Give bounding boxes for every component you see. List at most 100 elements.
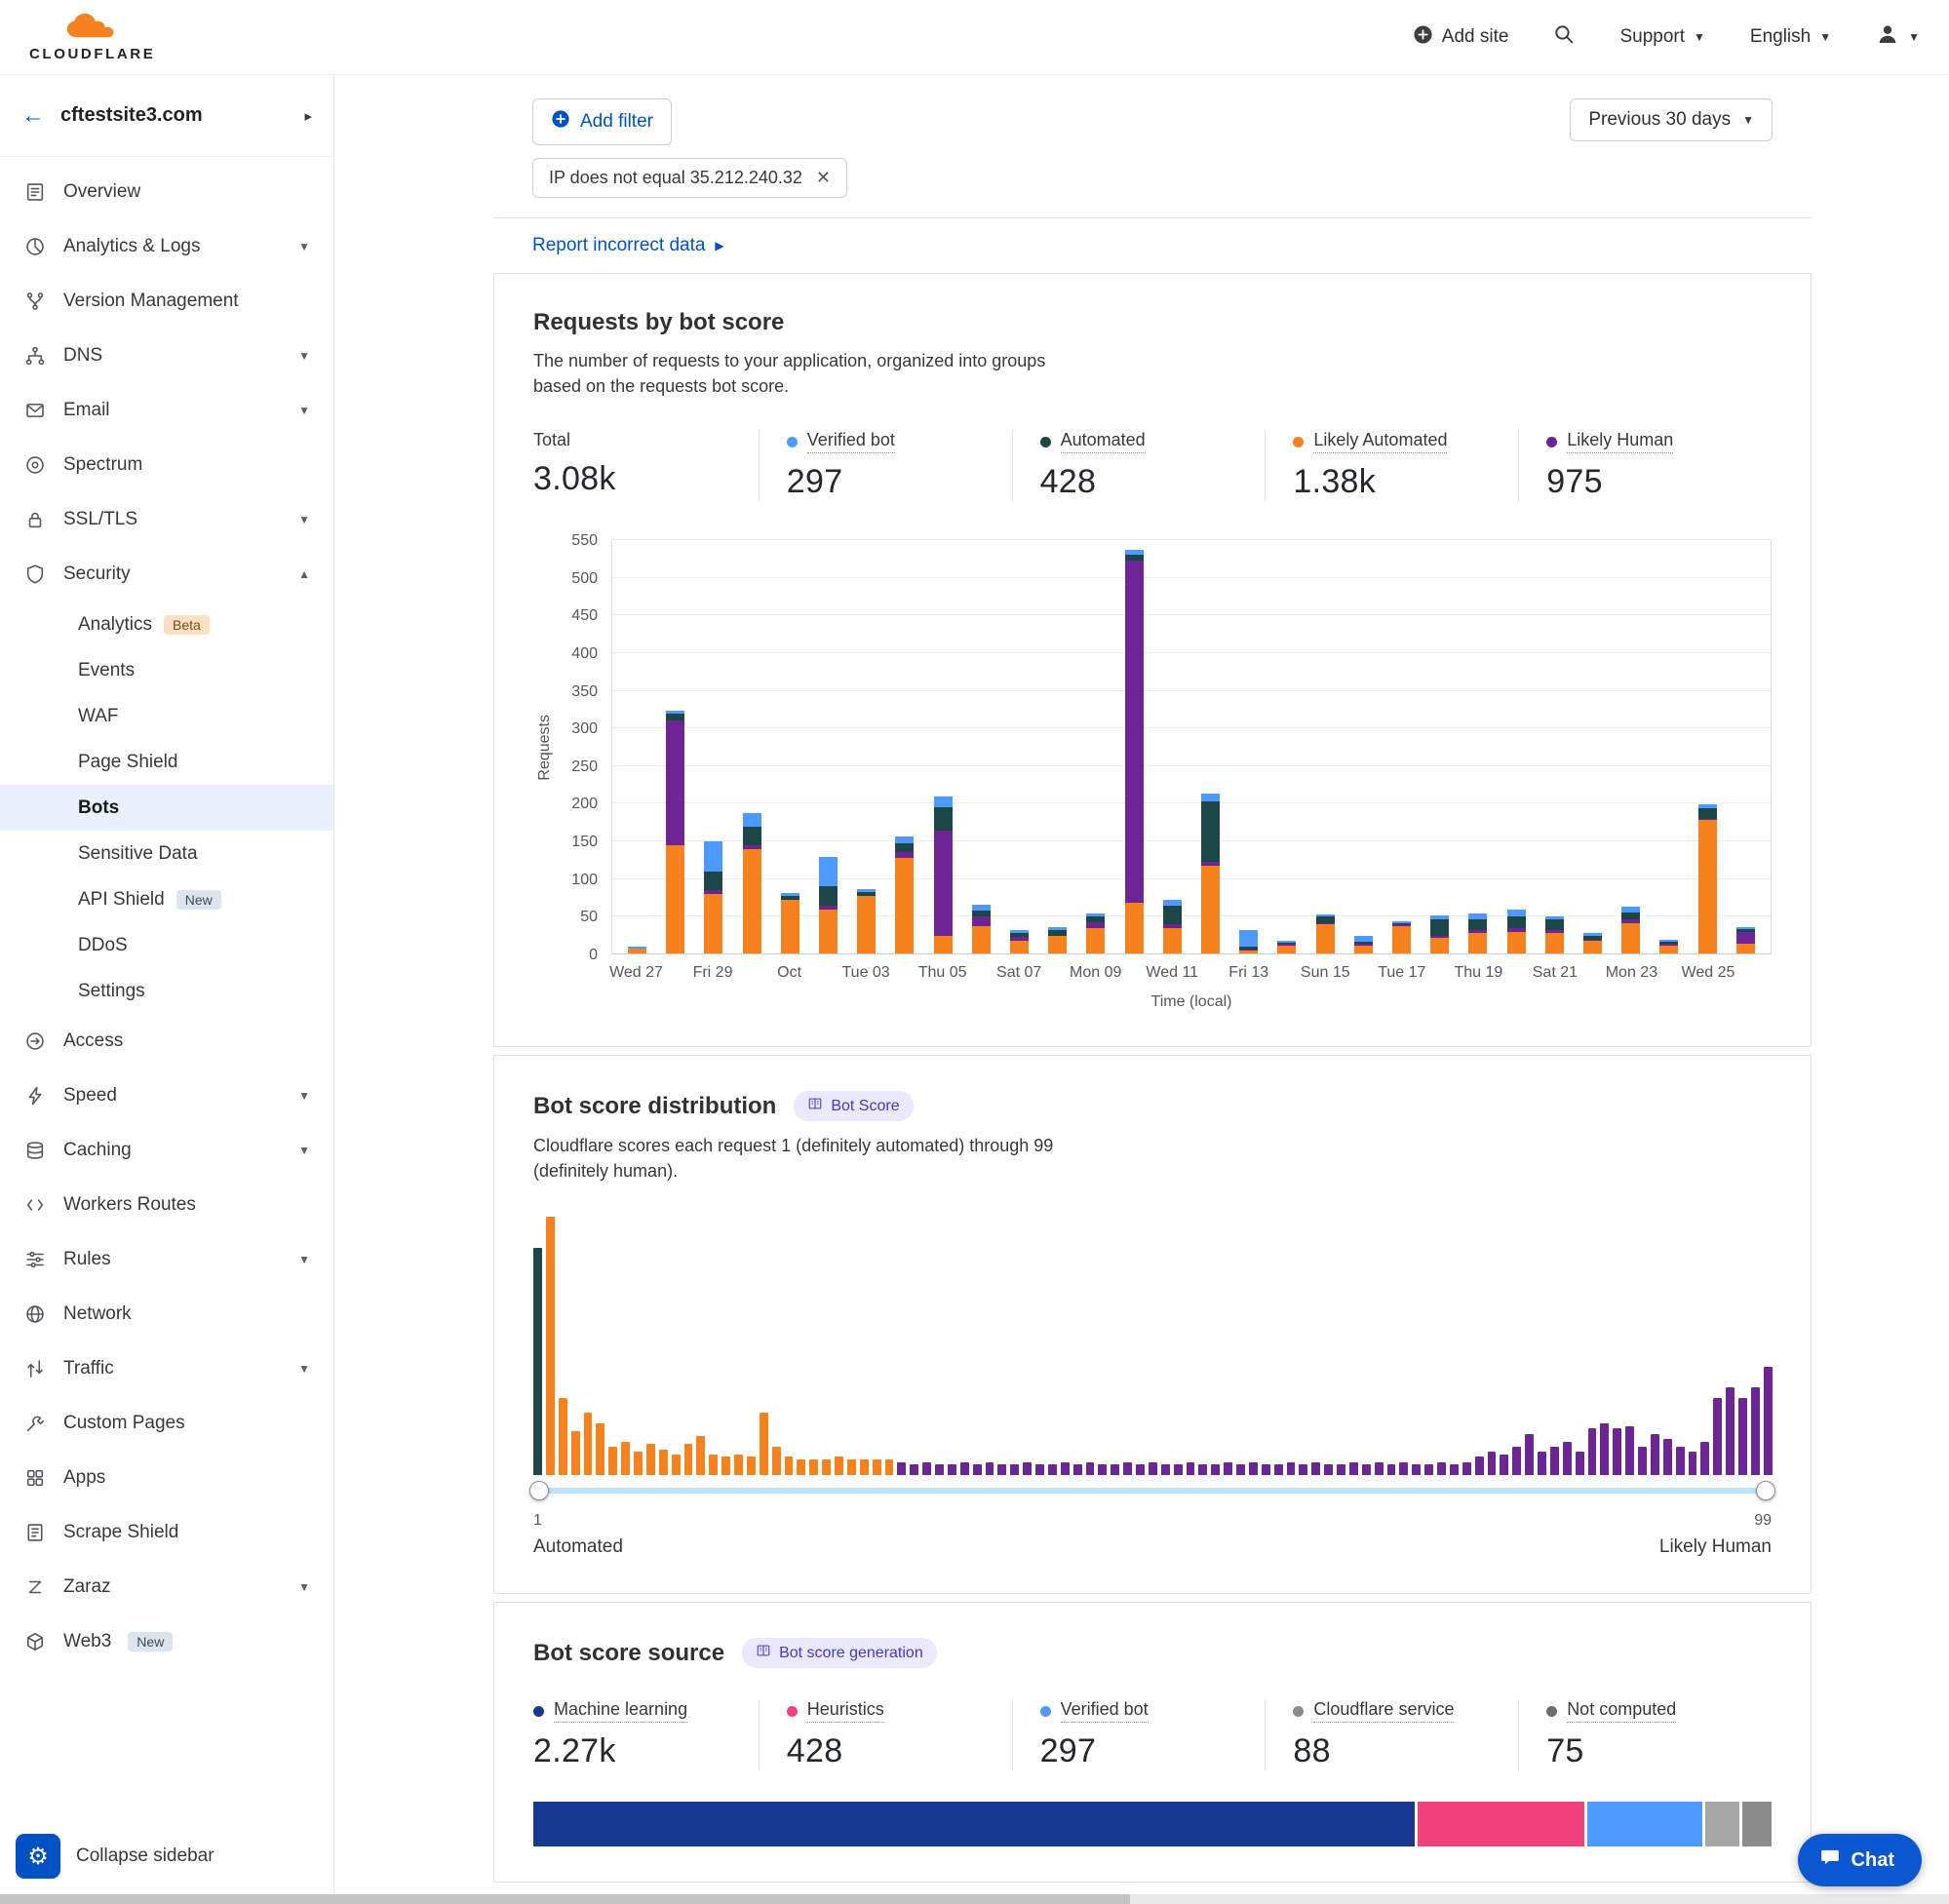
sidebar-item-bots[interactable]: Bots [0, 785, 333, 831]
sidebar-item-dns[interactable]: DNS▼ [0, 329, 333, 383]
sidebar-item-zaraz[interactable]: Zaraz▼ [0, 1560, 333, 1614]
sidebar-item-api-shield[interactable]: API ShieldNew [0, 876, 333, 922]
sidebar-item-sensitive-data[interactable]: Sensitive Data [0, 831, 333, 876]
hist-bar [1023, 1462, 1032, 1475]
chart-bar-thu-26 [1736, 927, 1755, 954]
chevron-down-icon: ▼ [298, 1362, 310, 1376]
report-incorrect-data-link[interactable]: Report incorrect data ▶ [493, 217, 1812, 273]
legend-dot [533, 1706, 544, 1717]
sidebar-item-version-management[interactable]: Version Management [0, 274, 333, 329]
sidebar-item-email[interactable]: Email▼ [0, 383, 333, 438]
sidebar-item-spectrum[interactable]: Spectrum [0, 438, 333, 492]
custom-pages-icon [23, 1412, 47, 1435]
main-content: Add filter Previous 30 days ▼ IP does no… [334, 0, 1949, 1883]
bar-segment-likely-automated [1086, 928, 1105, 954]
chevron-down-icon: ▼ [1694, 30, 1705, 44]
bar-segment-automated [1201, 801, 1220, 862]
sidebar-item-speed[interactable]: Speed▼ [0, 1069, 333, 1123]
hist-bar [1600, 1423, 1609, 1475]
sidebar-item-rules[interactable]: Rules▼ [0, 1232, 333, 1287]
sidebar-item-label: Access [63, 1030, 123, 1052]
hist-bar [1262, 1464, 1270, 1475]
sidebar-item-traffic[interactable]: Traffic▼ [0, 1341, 333, 1396]
sidebar-item-page-shield[interactable]: Page Shield [0, 739, 333, 785]
sidebar-item-label: DNS [63, 345, 102, 367]
stat-label[interactable]: Cloudflare service [1313, 1699, 1454, 1723]
bar-segment-verified-bot [819, 857, 838, 887]
sidebar-item-settings[interactable]: Settings [0, 968, 333, 1014]
stat-label: Total [533, 430, 570, 450]
hist-bar [1048, 1464, 1057, 1475]
close-icon[interactable]: ✕ [816, 168, 831, 188]
stat-label[interactable]: Heuristics [807, 1699, 884, 1723]
gear-icon[interactable]: ⚙ [16, 1834, 60, 1879]
requests-stats-row: Total3.08kVerified bot297Automated428Lik… [533, 430, 1772, 501]
hist-bar [1751, 1387, 1760, 1475]
stat-label[interactable]: Automated [1061, 430, 1146, 453]
sidebar-item-analytics[interactable]: AnalyticsBeta [0, 602, 333, 647]
sidebar-item-analytics-logs[interactable]: Analytics & Logs▼ [0, 219, 333, 274]
bar-segment-likely-automated [895, 858, 914, 954]
hist-bar [1337, 1464, 1345, 1475]
sidebar-item-scrape-shield[interactable]: Scrape Shield [0, 1505, 333, 1560]
hist-bar [1187, 1462, 1195, 1475]
stat-label[interactable]: Machine learning [554, 1699, 687, 1723]
score-range-slider[interactable] [533, 1479, 1772, 1502]
chat-button[interactable]: Chat [1798, 1834, 1922, 1886]
sidebar-item-label: Workers Routes [63, 1194, 196, 1216]
sidebar-item-label: API Shield [78, 889, 165, 911]
x-tick [1507, 964, 1526, 986]
sidebar-item-label: Network [63, 1303, 132, 1325]
support-menu[interactable]: Support ▼ [1619, 26, 1704, 48]
stat-label[interactable]: Not computed [1567, 1699, 1676, 1723]
filter-chip[interactable]: IP does not equal 35.212.240.32 ✕ [532, 158, 847, 198]
stat-label[interactable]: Likely Automated [1313, 430, 1447, 453]
x-tick [1660, 964, 1679, 986]
sidebar-item-custom-pages[interactable]: Custom Pages [0, 1396, 333, 1451]
chevron-right-icon[interactable]: ▸ [304, 107, 312, 125]
back-arrow-icon[interactable]: ← [21, 102, 45, 130]
plus-circle-icon [1413, 24, 1433, 51]
sidebar-item-waf[interactable]: WAF [0, 693, 333, 739]
hist-bar [885, 1459, 894, 1475]
sidebar-item-workers-routes[interactable]: Workers Routes [0, 1178, 333, 1232]
date-range-selector[interactable]: Previous 30 days ▼ [1570, 98, 1773, 141]
collapse-sidebar[interactable]: ⚙ Collapse sidebar [0, 1822, 333, 1894]
chart-bar-mon-16 [1354, 936, 1373, 954]
topbar-actions: Add site Support ▼ English ▼ ▼ [1413, 22, 1920, 52]
scrollbar-thumb[interactable] [0, 1894, 1130, 1904]
sidebar-item-network[interactable]: Network [0, 1287, 333, 1341]
sidebar-item-ssl-tls[interactable]: SSL/TLS▼ [0, 492, 333, 547]
stat-label[interactable]: Verified bot [1061, 1699, 1149, 1723]
sidebar-item-caching[interactable]: Caching▼ [0, 1123, 333, 1178]
horizontal-scrollbar[interactable] [0, 1894, 1949, 1904]
hist-bar [1324, 1464, 1333, 1475]
add-filter-button[interactable]: Add filter [532, 98, 672, 145]
sidebar-item-security[interactable]: Security▲ [0, 547, 333, 602]
bot-score-pill[interactable]: Bot Score [794, 1091, 913, 1121]
stat-label[interactable]: Verified bot [807, 430, 895, 453]
slider-handle-max[interactable] [1756, 1481, 1775, 1500]
chart-bar-sun-22 [1583, 933, 1602, 954]
add-site-button[interactable]: Add site [1413, 24, 1509, 51]
cloudflare-logo[interactable]: CLOUDFLARE [29, 13, 155, 62]
search-icon[interactable] [1553, 23, 1575, 51]
bar-segment-automated [934, 807, 953, 830]
site-name: cftestsite3.com [60, 104, 203, 127]
sidebar-item-web3[interactable]: Web3New [0, 1614, 333, 1669]
stat-value: 2.27k [533, 1732, 759, 1770]
sidebar-item-events[interactable]: Events [0, 647, 333, 693]
slider-handle-min[interactable] [529, 1481, 549, 1500]
stat-verified-bot: Verified bot297 [759, 430, 1012, 501]
hist-bar [1588, 1428, 1597, 1475]
hist-bar [1625, 1426, 1634, 1475]
sidebar-item-access[interactable]: Access [0, 1014, 333, 1069]
account-menu[interactable]: ▼ [1876, 22, 1920, 52]
bot-score-generation-pill[interactable]: Bot score generation [742, 1638, 937, 1668]
sidebar-item-apps[interactable]: Apps [0, 1451, 333, 1505]
stat-label[interactable]: Likely Human [1567, 430, 1673, 453]
sidebar-item-overview[interactable]: Overview [0, 165, 333, 219]
slider-track[interactable] [537, 1488, 1768, 1494]
language-menu[interactable]: English ▼ [1750, 26, 1831, 48]
sidebar-item-ddos[interactable]: DDoS [0, 922, 333, 968]
